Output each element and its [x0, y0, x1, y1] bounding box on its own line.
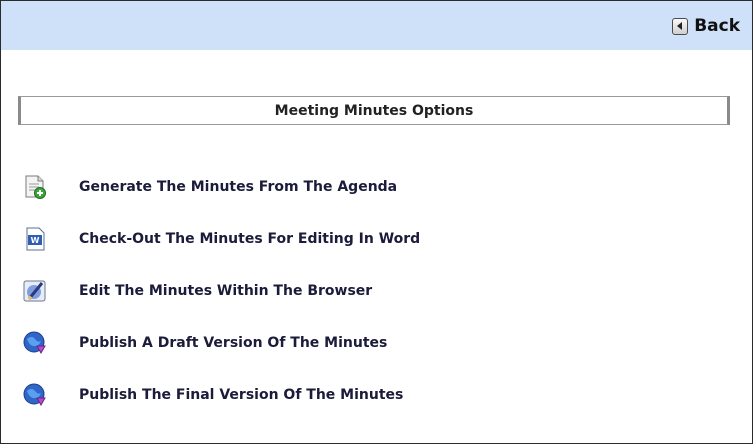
publish-globe-icon [23, 331, 47, 355]
app-window: Back Meeting Minutes Options Generate Th… [0, 0, 753, 444]
edit-browser-option[interactable]: Edit The Minutes Within The Browser [23, 276, 372, 306]
back-button[interactable]: Back [672, 15, 740, 37]
option-label: Publish The Final Version Of The Minutes [79, 387, 404, 403]
option-label: Publish A Draft Version Of The Minutes [79, 335, 388, 351]
word-document-icon: W [23, 227, 47, 251]
edit-pencil-icon [23, 279, 47, 303]
publish-globe-icon [23, 383, 47, 407]
option-label: Edit The Minutes Within The Browser [79, 283, 373, 299]
generate-minutes-option[interactable]: Generate The Minutes From The Agenda [23, 172, 397, 202]
left-arrow-icon [672, 17, 689, 35]
top-toolbar: Back [1, 1, 752, 50]
publish-draft-option[interactable]: Publish A Draft Version Of The Minutes [23, 328, 387, 358]
option-label: Generate The Minutes From The Agenda [79, 179, 398, 195]
svg-text:W: W [31, 236, 40, 245]
option-label: Check-Out The Minutes For Editing In Wor… [79, 231, 421, 247]
section-title: Meeting Minutes Options [18, 96, 730, 125]
back-label: Back [694, 16, 740, 36]
publish-final-option[interactable]: Publish The Final Version Of The Minutes [23, 380, 403, 410]
document-add-icon [23, 175, 47, 199]
checkout-word-option[interactable]: W Check-Out The Minutes For Editing In W… [23, 224, 420, 254]
